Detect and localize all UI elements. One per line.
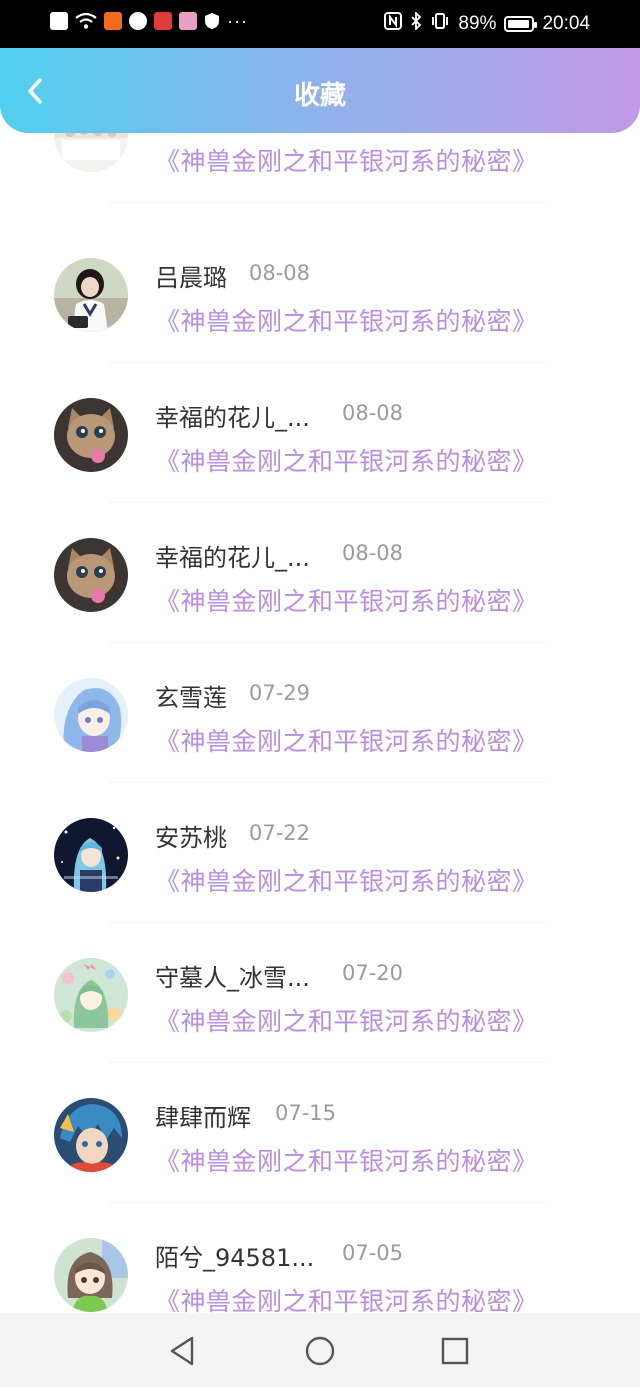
user-avatar[interactable] [54, 538, 128, 612]
bluetooth-icon [410, 10, 422, 35]
book-title-link[interactable]: 《神兽金刚之和平银河系的秘密》 [155, 442, 538, 478]
list-item[interactable]: 肆肆而辉 07-15 《神兽金刚之和平银河系的秘密》 [0, 1063, 640, 1203]
alert-icon [50, 12, 68, 30]
system-navigation-bar [0, 1313, 640, 1387]
square-recents-icon [441, 1337, 469, 1365]
list-item[interactable]: 幸福的花儿_... 08-08 《神兽金刚之和平银河系的秘密》 [0, 363, 640, 503]
browser-app-icon [129, 12, 147, 30]
download-app-icon [104, 12, 122, 30]
user-name: 玄雪莲 [155, 684, 227, 712]
book-title-link[interactable]: 《神兽金刚之和平银河系的秘密》 [155, 142, 538, 178]
shield-icon [205, 13, 219, 29]
list-item[interactable]: 安苏桃 07-22 《神兽金刚之和平银河系的秘密》 [0, 783, 640, 923]
favorite-date: 08-08 [342, 401, 404, 425]
divider [110, 202, 545, 203]
favorite-date: 07-05 [342, 1241, 404, 1265]
circle-home-icon [305, 1336, 335, 1366]
user-name: 幸福的花儿_... [155, 544, 310, 572]
user-avatar[interactable] [54, 258, 128, 332]
nav-home-button[interactable] [302, 1333, 338, 1369]
book-title-link[interactable]: 《神兽金刚之和平银河系的秘密》 [155, 582, 538, 618]
wifi-icon [75, 12, 97, 29]
list-item[interactable]: 陌兮_94581... 07-05 《神兽金刚之和平银河系的秘密》 [0, 1203, 640, 1313]
user-avatar[interactable] [54, 1238, 128, 1312]
list-item[interactable]: 《神兽金刚之和平银河系的秘密》 [0, 133, 640, 203]
triangle-back-icon [170, 1336, 194, 1366]
favorite-date: 07-29 [249, 681, 311, 705]
battery-icon [504, 15, 538, 32]
favorites-list: 《神兽金刚之和平银河系的秘密》 吕晨璐 08-08 《神兽金刚之和平银河系的秘密… [0, 133, 640, 1313]
book-title-link[interactable]: 《神兽金刚之和平银河系的秘密》 [155, 862, 538, 898]
book-title-link[interactable]: 《神兽金刚之和平银河系的秘密》 [155, 1282, 538, 1313]
more-notifications: ··· [227, 11, 248, 31]
page-title: 收藏 [293, 81, 346, 111]
favorite-date: 08-08 [249, 261, 311, 285]
vibrate-icon [430, 12, 450, 35]
user-avatar[interactable] [54, 958, 128, 1032]
list-item[interactable]: 玄雪莲 07-29 《神兽金刚之和平银河系的秘密》 [0, 643, 640, 783]
nav-back-button[interactable] [164, 1333, 200, 1369]
book-title-link[interactable]: 《神兽金刚之和平银河系的秘密》 [155, 302, 538, 338]
app-header: 收藏 [0, 48, 640, 133]
user-name: 陌兮_94581... [155, 1244, 315, 1272]
favorite-date: 07-20 [342, 961, 404, 985]
nav-recents-button[interactable] [437, 1333, 473, 1369]
list-item[interactable]: 幸福的花儿_... 08-08 《神兽金刚之和平银河系的秘密》 [0, 503, 640, 643]
list-item[interactable]: 吕晨璐 08-08 《神兽金刚之和平银河系的秘密》 [0, 223, 640, 363]
user-name: 安苏桃 [155, 824, 227, 852]
user-name: 吕晨璐 [155, 264, 227, 292]
clock: 20:04 [542, 12, 590, 34]
user-avatar[interactable] [54, 818, 128, 892]
favorite-date: 08-08 [342, 541, 404, 565]
nfc-icon [384, 12, 403, 35]
battery-percent: 89% [458, 12, 497, 34]
book-title-link[interactable]: 《神兽金刚之和平银河系的秘密》 [155, 722, 538, 758]
user-avatar[interactable] [54, 1098, 128, 1172]
favorite-date: 07-15 [275, 1101, 337, 1125]
user-avatar[interactable] [54, 678, 128, 752]
status-bar: ··· 89% 20:04 [0, 0, 640, 48]
system-indicators: 89% 20:04 [384, 10, 590, 35]
favorite-date: 07-22 [249, 821, 311, 845]
list-item[interactable]: 守墓人_冰雪... 07-20 《神兽金刚之和平银河系的秘密》 [0, 923, 640, 1063]
user-avatar[interactable] [54, 398, 128, 472]
user-name: 肆肆而辉 [155, 1104, 251, 1132]
user-avatar[interactable] [54, 133, 128, 172]
user-name: 守墓人_冰雪... [155, 964, 310, 992]
book-app-icon [179, 12, 197, 30]
user-name: 幸福的花儿_... [155, 404, 310, 432]
book-title-link[interactable]: 《神兽金刚之和平银河系的秘密》 [155, 1142, 538, 1178]
notification-icons: ··· [50, 12, 248, 30]
taobao-app-icon [154, 12, 172, 30]
book-title-link[interactable]: 《神兽金刚之和平银河系的秘密》 [155, 1002, 538, 1038]
